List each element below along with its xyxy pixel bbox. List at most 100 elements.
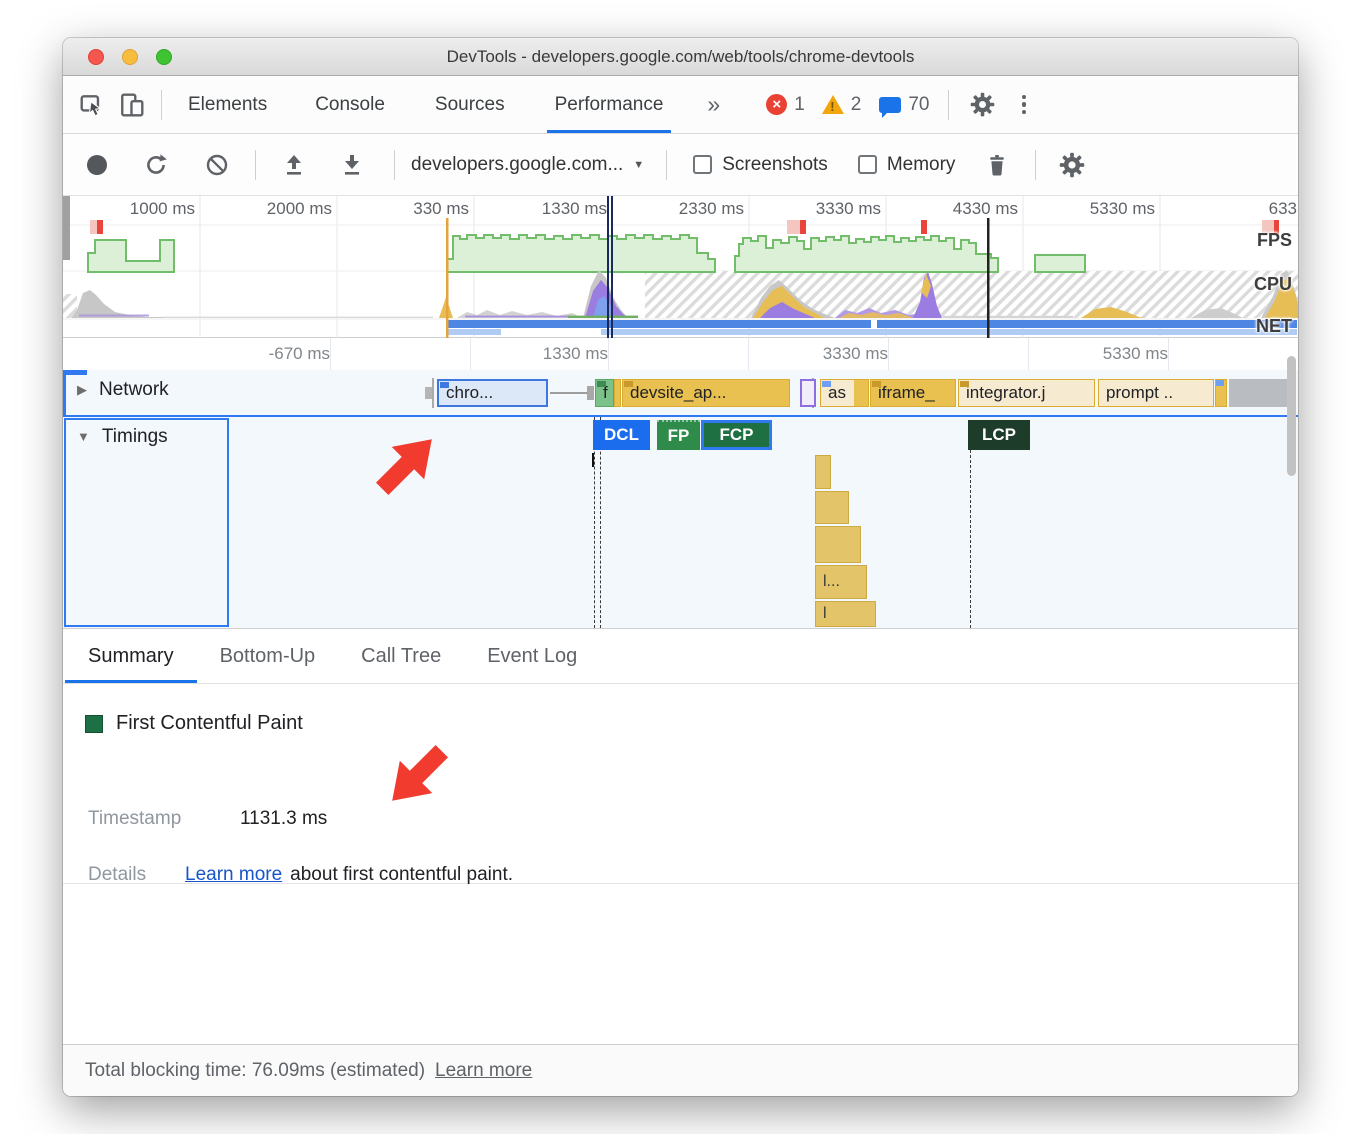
record-button[interactable] [87, 155, 107, 175]
tab-summary[interactable]: Summary [65, 629, 197, 683]
ruler-label: 1330 ms [488, 344, 608, 364]
annotation-arrow-icon [363, 420, 451, 508]
tab-performance[interactable]: Performance [553, 76, 666, 133]
status-bar: Total blocking time: 76.09ms (estimated)… [63, 1044, 1298, 1096]
zoom-window-button[interactable] [156, 49, 172, 65]
tab-event-log[interactable]: Event Log [464, 629, 600, 683]
screenshots-checkbox[interactable] [693, 155, 712, 174]
divider [394, 150, 395, 180]
network-track-label: Network [99, 379, 169, 401]
overview-time-label: 633 [1227, 199, 1297, 219]
minimize-window-button[interactable] [122, 49, 138, 65]
tab-elements[interactable]: Elements [186, 76, 269, 133]
cpu-track-label: CPU [1254, 274, 1292, 295]
network-request[interactable]: devsite_ap... [622, 379, 790, 407]
devtools-tabbar: Elements Console Sources Performance » ×… [63, 76, 1298, 134]
lcp-badge[interactable]: LCP [968, 420, 1030, 450]
tab-console[interactable]: Console [313, 76, 387, 133]
expand-arrow-icon[interactable]: ▼ [77, 429, 90, 444]
network-request[interactable]: integrator.j [958, 379, 1095, 407]
ruler-label: 5330 ms [1048, 344, 1168, 364]
fcp-badge[interactable]: FCP [701, 420, 772, 450]
overview-time-label: 330 ms [339, 199, 469, 219]
event-color-swatch [85, 715, 103, 733]
overview-time-label: 4330 ms [888, 199, 1018, 219]
fps-track-label: FPS [1257, 230, 1292, 251]
overview-time-label: 1330 ms [477, 199, 607, 219]
window-title: DevTools - developers.google.com/web/too… [447, 47, 915, 67]
vertical-scrollbar[interactable] [1287, 356, 1296, 476]
memory-checkbox[interactable] [858, 155, 877, 174]
close-window-button[interactable] [88, 49, 104, 65]
flame-chart-item[interactable] [815, 491, 849, 524]
flame-chart-item[interactable]: l [815, 601, 876, 627]
network-request[interactable]: f [595, 379, 614, 407]
network-request[interactable]: iframe_ [870, 379, 956, 407]
message-count-icon[interactable] [879, 97, 901, 113]
divider [1035, 150, 1036, 180]
screenshots-label: Screenshots [722, 154, 828, 176]
overview-time-label: 5330 ms [1025, 199, 1155, 219]
network-request[interactable]: chro... [437, 379, 548, 407]
network-track-header[interactable]: ▶ Network [63, 370, 229, 415]
divider [948, 90, 949, 120]
total-blocking-time-text: Total blocking time: 76.09ms (estimated) [85, 1060, 425, 1082]
save-profile-icon[interactable] [340, 153, 364, 177]
flame-chart-item[interactable] [815, 455, 831, 489]
inspect-element-icon[interactable] [79, 92, 105, 118]
performance-toolbar: developers.google.com... ▼ Screenshots M… [63, 134, 1298, 196]
details-text: about first contentful paint. [290, 864, 513, 886]
overview-time-label: 3330 ms [751, 199, 881, 219]
tab-bottom-up[interactable]: Bottom-Up [197, 629, 339, 683]
event-title: First Contentful Paint [116, 712, 303, 735]
details-tabbar: Summary Bottom-Up Call Tree Event Log [63, 628, 1298, 684]
overview-time-label: 1000 ms [65, 199, 195, 219]
flame-chart-item[interactable] [815, 526, 861, 563]
timings-track-label: Timings [102, 426, 168, 448]
network-track: ▶ Network chro... f devsite_ap... [63, 370, 1298, 415]
device-toolbar-icon[interactable] [119, 92, 145, 118]
timings-track-header[interactable]: ▼ Timings [63, 417, 229, 628]
memory-label: Memory [887, 154, 956, 176]
timeline-overview[interactable]: 1000 ms 2000 ms 330 ms 1330 ms 2330 ms 3… [63, 196, 1298, 338]
timestamp-label: Timestamp [88, 808, 240, 830]
reload-and-record-icon[interactable] [143, 152, 169, 178]
clear-recording-icon[interactable] [205, 153, 229, 177]
devtools-window: DevTools - developers.google.com/web/too… [63, 38, 1298, 1096]
tab-sources[interactable]: Sources [433, 76, 507, 133]
divider [255, 150, 256, 180]
empty-area [63, 884, 1298, 1044]
titlebar: DevTools - developers.google.com/web/too… [63, 38, 1298, 76]
more-tabs-icon[interactable]: » [707, 91, 720, 118]
tbt-learn-more-link[interactable]: Learn more [435, 1060, 532, 1082]
menu-dots-icon[interactable] [1022, 95, 1027, 115]
network-request[interactable]: as [820, 379, 869, 407]
history-select[interactable]: developers.google.com... ▼ [411, 154, 644, 176]
annotation-arrow-icon [373, 732, 461, 820]
overview-time-label: 2330 ms [614, 199, 744, 219]
lcp-marker-line [970, 450, 971, 628]
flame-chart[interactable]: -670 ms 1330 ms 3330 ms 5330 ms ▶ Networ… [63, 338, 1298, 628]
ruler-label: -670 ms [210, 344, 330, 364]
dcl-badge[interactable]: DCL [593, 420, 650, 450]
settings-gear-icon[interactable] [969, 91, 996, 118]
trash-icon[interactable] [985, 153, 1009, 177]
network-request-overflow[interactable] [1229, 379, 1292, 407]
tab-call-tree[interactable]: Call Tree [338, 629, 464, 683]
learn-more-link[interactable]: Learn more [185, 864, 282, 886]
message-count: 70 [908, 94, 929, 116]
error-count: 1 [794, 94, 805, 116]
capture-settings-gear-icon[interactable] [1058, 151, 1086, 179]
overview-time-label: 2000 ms [202, 199, 332, 219]
warning-count-icon[interactable]: ! [822, 95, 844, 114]
chevron-down-icon: ▼ [633, 159, 644, 171]
flame-chart-item[interactable]: l... [815, 565, 867, 599]
network-request[interactable]: prompt .. [1098, 379, 1214, 407]
divider [161, 90, 162, 120]
warning-count: 2 [851, 94, 862, 116]
divider [666, 150, 667, 180]
load-profile-icon[interactable] [282, 153, 306, 177]
error-count-icon[interactable]: × [766, 94, 787, 115]
collapse-arrow-icon[interactable]: ▶ [77, 382, 87, 398]
fp-badge[interactable]: FP [657, 420, 700, 450]
